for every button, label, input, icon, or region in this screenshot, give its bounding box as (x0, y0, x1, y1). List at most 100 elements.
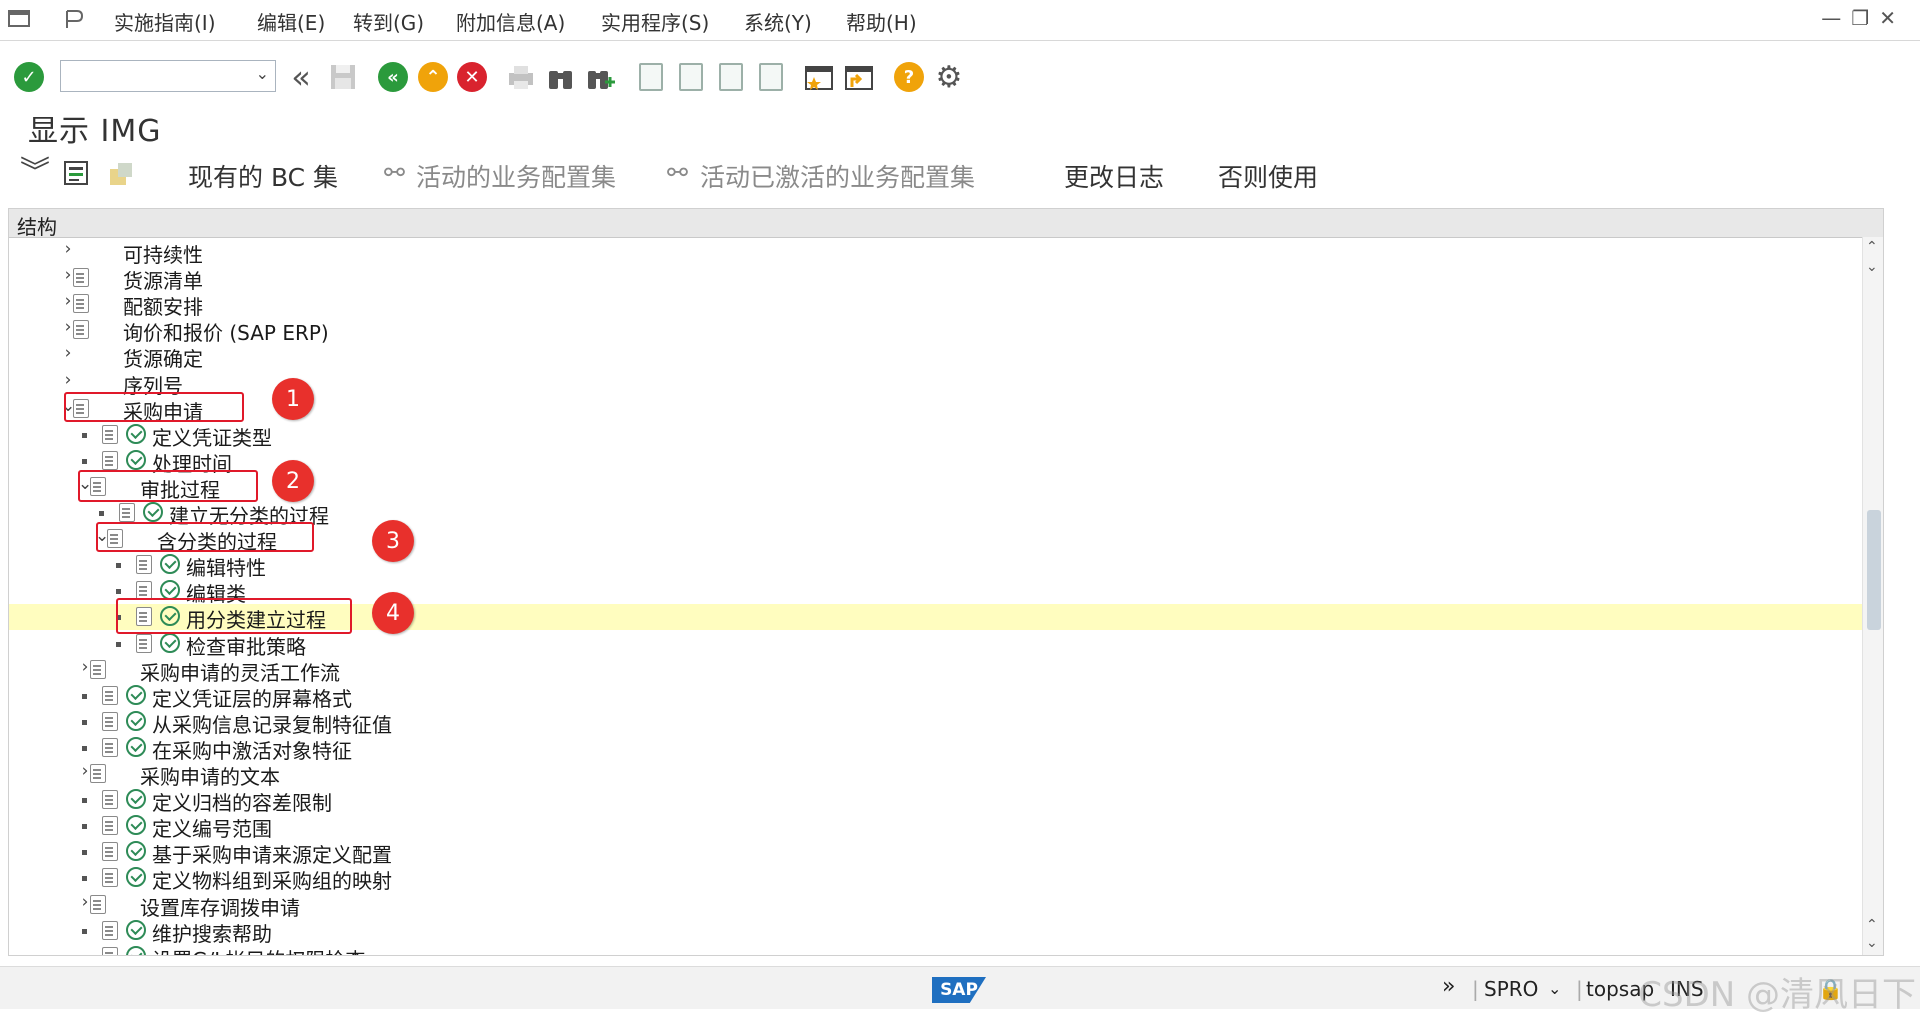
minimize-icon[interactable]: — (1821, 6, 1851, 30)
chevron-down-icon[interactable]: ⌄ (1548, 979, 1561, 998)
vertical-scrollbar[interactable]: ⌃ ⌄ ⌃ ⌄ (1862, 237, 1883, 955)
execute-icon[interactable] (126, 449, 146, 470)
tree-node[interactable]: › 可持续性 (9, 239, 1863, 267)
enter-icon[interactable]: ✓ (12, 60, 46, 94)
documentation-icon[interactable] (73, 294, 89, 314)
execute-icon[interactable] (126, 945, 146, 955)
tree-node[interactable]: 定义凭证层的屏幕格式 (9, 683, 1863, 711)
documentation-icon[interactable] (102, 711, 118, 731)
tree-node[interactable]: › 货源确定 (9, 343, 1863, 371)
documentation-icon[interactable] (73, 320, 89, 340)
documentation-icon[interactable] (102, 842, 118, 862)
documentation-icon[interactable] (102, 424, 118, 444)
tree-node[interactable]: 定义编号范围 (9, 813, 1863, 841)
expand-chevron-icon[interactable]: › (61, 239, 75, 259)
scroll-up-icon[interactable]: ⌃ (1866, 239, 1878, 255)
execute-icon[interactable] (126, 710, 146, 731)
tree-node[interactable]: 维护搜索帮助 (9, 918, 1863, 946)
tree-node[interactable]: 设置G/L帐目的权限检查 (9, 944, 1863, 955)
menu-edit[interactable]: 编辑(E) (257, 7, 325, 36)
settings-icon[interactable]: ⚙ (932, 60, 966, 95)
execute-icon[interactable] (160, 554, 180, 575)
tree-node[interactable]: › 设置库存调拨申请 (9, 892, 1863, 920)
documentation-icon[interactable] (102, 816, 118, 836)
documentation-icon[interactable] (90, 764, 106, 783)
tree-node[interactable]: 定义归档的容差限制 (9, 787, 1863, 815)
documentation-icon[interactable] (102, 868, 118, 888)
tree-node[interactable]: 在采购中激活对象特征 (9, 735, 1863, 763)
menu-help[interactable]: 帮助(H) (846, 7, 917, 36)
execute-icon[interactable] (126, 789, 146, 810)
expand-status-icon[interactable]: » (1442, 974, 1455, 999)
expand-chevron-icon[interactable]: › (61, 343, 75, 363)
save-icon[interactable] (326, 60, 360, 94)
expand-all-icon[interactable]: ︾ (18, 156, 52, 190)
documentation-icon[interactable] (136, 633, 152, 653)
execute-icon[interactable] (126, 867, 146, 888)
documentation-icon[interactable] (102, 450, 118, 470)
documentation-icon[interactable] (90, 894, 106, 914)
tree-node[interactable]: 编辑特性 (9, 552, 1863, 580)
chevron-down-icon[interactable]: ⌄ (256, 64, 269, 83)
exit-icon[interactable]: ⌃ (416, 60, 450, 94)
scroll-down-icon[interactable]: ⌄ (1866, 259, 1878, 275)
execute-icon[interactable] (126, 841, 146, 862)
print-icon[interactable] (504, 60, 538, 94)
close-window-icon[interactable]: ✕ (1879, 6, 1906, 30)
back-double-icon[interactable]: « (284, 58, 318, 96)
command-field[interactable]: ⌄ (60, 60, 276, 92)
documentation-icon[interactable] (136, 555, 152, 575)
documentation-icon[interactable] (102, 790, 118, 810)
next-page-icon[interactable] (714, 60, 748, 94)
scrollbar-thumb[interactable] (1867, 510, 1881, 630)
find-next-icon[interactable] (584, 60, 618, 94)
personalize-icon[interactable] (62, 8, 86, 30)
tree-node[interactable]: 从采购信息记录复制特征值 (9, 709, 1863, 737)
tree-node[interactable]: 定义凭证类型 (9, 422, 1863, 450)
existing-bc-sets-button[interactable]: 现有的 BC 集 (188, 158, 338, 194)
scroll-up-icon[interactable]: ⌃ (1866, 917, 1878, 933)
tree-node[interactable]: › 采购申请的文本 (9, 761, 1863, 789)
tree-node[interactable]: › 采购申请的灵活工作流 (9, 657, 1863, 685)
menu-implementation-guide[interactable]: 实施指南(I) (114, 7, 216, 36)
shortcut-icon[interactable] (842, 60, 876, 94)
tree-node[interactable]: › 货源清单 (9, 265, 1863, 293)
execute-icon[interactable] (160, 632, 180, 653)
tree-node[interactable]: 检查审批策略 (9, 631, 1863, 659)
execute-icon[interactable] (126, 684, 146, 705)
last-page-icon[interactable] (754, 60, 788, 94)
execute-icon[interactable] (126, 736, 146, 757)
documentation-icon[interactable] (102, 946, 118, 955)
documentation-icon[interactable] (102, 737, 118, 757)
documentation-icon[interactable] (60, 156, 94, 190)
create-session-icon[interactable] (802, 60, 836, 94)
documentation-icon[interactable] (73, 268, 89, 288)
prev-page-icon[interactable] (674, 60, 708, 94)
help-icon[interactable]: ? (892, 60, 926, 94)
execute-icon[interactable] (126, 815, 146, 836)
tree-node[interactable]: 定义物料组到采购组的映射 (9, 865, 1863, 893)
execute-icon[interactable] (143, 502, 163, 522)
active-bc-sets-button[interactable]: 活动的业务配置集 (416, 158, 616, 194)
release-notes-icon[interactable] (104, 156, 138, 190)
tree-node[interactable]: 基于采购申请来源定义配置 (9, 839, 1863, 867)
find-icon[interactable] (544, 60, 578, 94)
scroll-down-icon[interactable]: ⌄ (1866, 935, 1878, 951)
tree-node[interactable]: › 询价和报价 (SAP ERP) (9, 317, 1863, 345)
menu-extras[interactable]: 附加信息(A) (456, 7, 565, 36)
documentation-icon[interactable] (90, 659, 106, 679)
execute-icon[interactable] (126, 423, 146, 444)
sap-menu-icon[interactable] (8, 8, 32, 30)
menu-goto[interactable]: 转到(G) (353, 7, 424, 36)
where-used-button[interactable]: 否则使用 (1218, 158, 1318, 194)
menu-system[interactable]: 系统(Y) (744, 7, 812, 36)
documentation-icon[interactable] (119, 503, 135, 522)
cancel-icon[interactable]: ✕ (455, 60, 489, 94)
tree-node[interactable]: › 配额安排 (9, 291, 1863, 319)
activated-bc-sets-button[interactable]: 活动已激活的业务配置集 (700, 158, 975, 194)
execute-icon[interactable] (126, 919, 146, 940)
first-page-icon[interactable] (634, 60, 668, 94)
back-icon[interactable]: « (376, 60, 410, 94)
documentation-icon[interactable] (102, 920, 118, 940)
change-log-button[interactable]: 更改日志 (1064, 158, 1164, 194)
